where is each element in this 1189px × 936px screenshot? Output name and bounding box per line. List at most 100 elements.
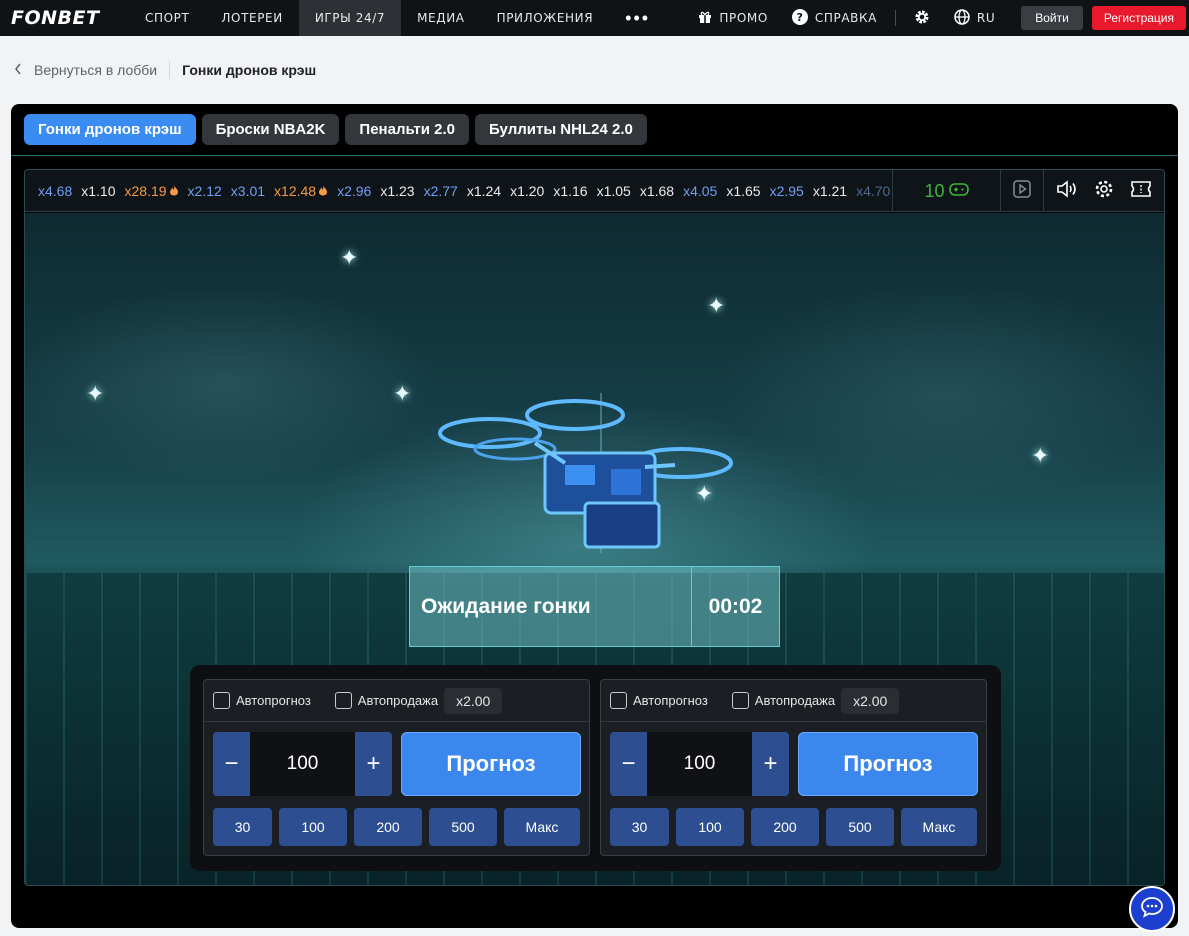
multiplier-value: x2.12 — [187, 182, 222, 199]
nav-item-lotteries[interactable]: ЛОТЕРЕИ — [205, 0, 298, 36]
auto-sell-multiplier-input[interactable]: x2.00 — [444, 687, 503, 714]
predict-button[interactable]: Прогноз — [401, 732, 581, 796]
multiplier-value: x12.48 — [274, 182, 317, 199]
multiplier-value: x1.68 — [639, 182, 675, 199]
bet-options: Автопрогноз Автопродажа x2.00 — [204, 680, 589, 722]
checkbox-box — [334, 692, 352, 709]
decrease-button[interactable]: − — [610, 732, 647, 796]
checkbox-box — [731, 692, 749, 709]
game-frame: Гонки дронов крэш Броски NBA2K Пенальти … — [11, 104, 1178, 928]
language-selector[interactable]: RU — [942, 8, 1007, 28]
quick-amounts: 30 100 200 500 Макс — [610, 808, 977, 846]
increase-button[interactable]: + — [355, 732, 392, 796]
amount-input[interactable]: 100 — [250, 732, 355, 796]
amount-stepper: − 100 + — [610, 732, 789, 796]
game-controls: 10 — [892, 170, 1164, 212]
checkbox-label: Автопрогноз — [633, 693, 708, 708]
quick-amount-button[interactable]: 100 — [279, 808, 347, 846]
multiplier-item: x4.05 — [683, 183, 717, 199]
quick-amount-button[interactable]: 200 — [354, 808, 422, 846]
bet-card-1: Автопрогноз Автопродажа x2.00 − 100 + Пр… — [203, 679, 590, 856]
quick-amount-button[interactable]: 500 — [826, 808, 894, 846]
quick-amount-button[interactable]: 30 — [213, 808, 272, 846]
multiplier-item: x28.19 — [125, 183, 179, 199]
sparkle-icon: ✦ — [86, 381, 105, 406]
multiplier-value: x1.16 — [553, 182, 588, 199]
chat-support-button[interactable] — [1129, 886, 1175, 932]
gear-icon — [914, 9, 930, 28]
sparkle-icon: ✦ — [1031, 443, 1050, 468]
quick-amount-button[interactable]: 200 — [751, 808, 819, 846]
checkbox-label: Автопрогноз — [236, 693, 311, 708]
nav-item-media[interactable]: МЕДИА — [401, 0, 481, 36]
quick-amount-button[interactable]: 30 — [610, 808, 669, 846]
multiplier-item: x1.68 — [640, 183, 674, 199]
gear-icon[interactable] — [1094, 179, 1114, 204]
multiplier-value: x28.19 — [124, 182, 167, 199]
sparkle-icon: ✦ — [707, 293, 726, 318]
players-online: 10 — [892, 170, 1000, 212]
auto-predict-checkbox[interactable]: Автопрогноз — [213, 692, 311, 709]
register-button[interactable]: Регистрация — [1091, 6, 1186, 30]
help-link[interactable]: ? СПРАВКА — [780, 8, 889, 28]
tab-drone-race[interactable]: Гонки дронов крэш — [24, 114, 196, 145]
auto-sell-checkbox[interactable]: Автопродажа — [334, 692, 439, 709]
nav-right-group: ПРОМО ? СПРАВКА RU Войти Регистрация — [686, 0, 1189, 36]
multiplier-value: x1.10 — [81, 182, 116, 199]
multiplier-value: x2.77 — [423, 182, 458, 199]
sparkle-icon: ✦ — [340, 245, 359, 270]
sound-icon[interactable] — [1056, 179, 1078, 203]
auto-sell-checkbox[interactable]: Автопродажа — [731, 692, 835, 709]
language-label: RU — [976, 11, 996, 25]
promo-link[interactable]: ПРОМО — [686, 10, 780, 27]
breadcrumb-current: Гонки дронов крэш — [182, 62, 317, 78]
settings-button[interactable] — [902, 9, 942, 28]
max-amount-button[interactable]: Макс — [504, 808, 580, 846]
bet-card-2: Автопрогноз Автопродажа x2.00 − 100 + Пр… — [600, 679, 987, 856]
back-to-lobby-link[interactable]: Вернуться в лобби — [14, 62, 157, 78]
sparkle-icon: ✦ — [393, 381, 412, 406]
amount-input[interactable]: 100 — [647, 732, 752, 796]
multiplier-value: x2.95 — [769, 182, 804, 199]
top-navigation: FONBET СПОРТ ЛОТЕРЕИ ИГРЫ 24/7 МЕДИА ПРИ… — [0, 0, 1189, 36]
login-button[interactable]: Войти — [1021, 6, 1083, 30]
multiplier-item: x1.16 — [553, 183, 587, 199]
multiplier-value: x4.70 — [856, 182, 891, 199]
multiplier-item: x2.77 — [424, 183, 458, 199]
multiplier-item: x1.24 — [467, 183, 501, 199]
video-button[interactable] — [1000, 170, 1043, 212]
multiplier-history-bar: x4.68 x1.10 x28.19 x2.12 x3.01 x12.48 x2.96 x1.… — [25, 170, 1164, 212]
multiplier-item: x12.48 — [274, 183, 328, 199]
quick-amount-button[interactable]: 500 — [429, 808, 497, 846]
quick-amounts: 30 100 200 500 Макс — [213, 808, 580, 846]
multiplier-item: x1.05 — [597, 183, 631, 199]
multiplier-item: x1.10 — [81, 183, 115, 199]
tab-penalty[interactable]: Пенальти 2.0 — [345, 114, 469, 145]
multiplier-value: x1.23 — [380, 182, 415, 199]
bet-options: Автопрогноз Автопродажа x2.00 — [601, 680, 986, 722]
fonbet-logo[interactable]: FONBET — [11, 7, 129, 29]
checkbox-label: Автопродажа — [357, 693, 439, 708]
race-status-box: Ожидание гонки 00:02 — [409, 566, 780, 647]
multiplier-value: x1.21 — [812, 182, 848, 199]
status-text: Ожидание гонки — [421, 594, 591, 618]
decrease-button[interactable]: − — [213, 732, 250, 796]
multiplier-item: x2.95 — [770, 183, 804, 199]
predict-button[interactable]: Прогноз — [798, 732, 978, 796]
max-amount-button[interactable]: Макс — [901, 808, 977, 846]
increase-button[interactable]: + — [752, 732, 789, 796]
nav-item-games[interactable]: ИГРЫ 24/7 — [298, 0, 402, 36]
quick-amount-button[interactable]: 100 — [676, 808, 744, 846]
ticket-icon[interactable] — [1130, 180, 1152, 203]
fire-icon — [169, 183, 179, 199]
checkbox-box — [213, 692, 230, 709]
auto-predict-checkbox[interactable]: Автопрогноз — [610, 692, 708, 709]
tab-nhl24[interactable]: Буллиты NHL24 2.0 — [474, 114, 647, 145]
auto-sell-multiplier-input[interactable]: x2.00 — [841, 687, 900, 714]
tab-nba2k[interactable]: Броски NBA2K — [201, 114, 340, 145]
multiplier-item: x3.01 — [231, 183, 265, 199]
nav-item-sport[interactable]: СПОРТ — [129, 0, 205, 36]
back-label: Вернуться в лобби — [34, 62, 158, 78]
nav-item-apps[interactable]: ПРИЛОЖЕНИЯ — [481, 0, 610, 36]
more-menu-button[interactable]: ••• — [609, 0, 666, 36]
